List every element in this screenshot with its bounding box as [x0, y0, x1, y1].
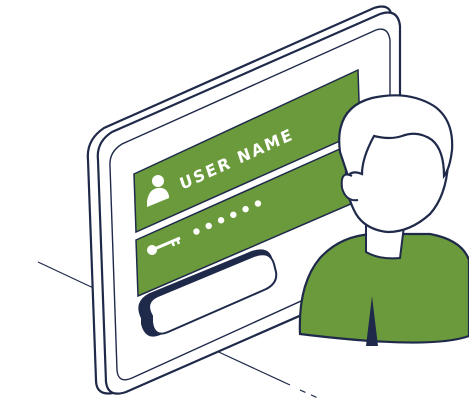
login-illustration: USER NAME •••••• [37, 5, 469, 399]
